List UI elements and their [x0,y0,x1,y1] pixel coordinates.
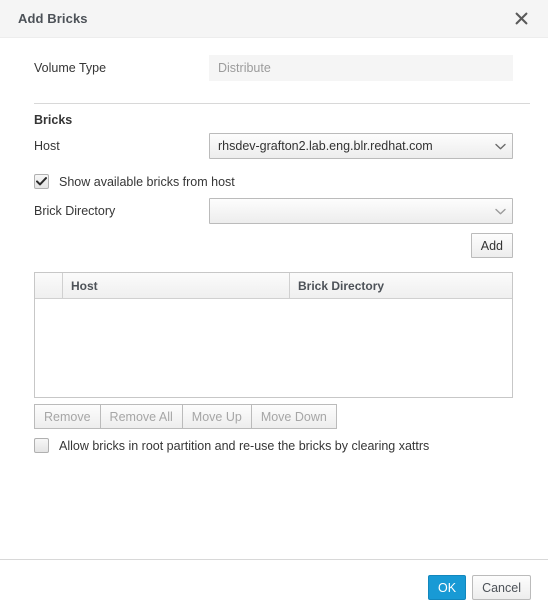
add-button-row: Add [0,233,548,258]
table-toolbar: Remove Remove All Move Up Move Down [0,404,548,429]
ok-button[interactable]: OK [428,575,467,600]
volume-type-label: Volume Type [34,61,107,75]
brick-directory-select[interactable] [209,198,513,224]
bricks-table: Host Brick Directory [34,272,513,398]
host-select[interactable]: rhsdev-grafton2.lab.eng.blr.redhat.com [209,133,513,159]
move-down-button[interactable]: Move Down [250,404,337,429]
table-header-host: Host [63,273,290,298]
chevron-down-icon [495,143,506,150]
section-divider [34,103,530,104]
host-label: Host [34,139,60,153]
dialog-title: Add Bricks [18,11,88,26]
dialog-footer: OK Cancel [0,559,548,615]
show-available-bricks-label: Show available bricks from host [59,174,235,189]
table-header-brick-directory: Brick Directory [298,278,385,293]
brick-directory-label: Brick Directory [34,204,116,218]
dialog-titlebar: Add Bricks [0,0,548,38]
remove-button[interactable]: Remove [34,404,101,429]
close-icon[interactable] [510,8,532,30]
bricks-table-body[interactable] [35,299,512,397]
bricks-section-heading: Bricks [34,113,73,127]
volume-type-row: Volume Type Distribute [0,55,548,81]
check-icon [36,177,47,186]
add-button[interactable]: Add [470,233,513,258]
move-up-button[interactable]: Move Up [181,404,252,429]
host-row: Host rhsdev-grafton2.lab.eng.blr.redhat.… [0,133,548,159]
volume-type-input: Distribute [209,55,513,81]
bricks-table-header: Host Brick Directory [35,273,512,299]
allow-root-partition-checkbox[interactable] [34,438,49,453]
table-header-select [35,273,63,298]
add-bricks-dialog: Add Bricks Volume Type Distribute Bricks… [0,0,548,615]
allow-root-partition-row[interactable]: Allow bricks in root partition and re-us… [0,438,548,453]
host-select-value: rhsdev-grafton2.lab.eng.blr.redhat.com [218,139,433,153]
chevron-down-icon [495,208,506,215]
allow-root-partition-label: Allow bricks in root partition and re-us… [59,438,430,453]
show-available-bricks-row[interactable]: Show available bricks from host [0,174,548,189]
remove-all-button[interactable]: Remove All [99,404,183,429]
brick-directory-row: Brick Directory [0,198,548,224]
cancel-button[interactable]: Cancel [472,575,531,600]
dialog-body: Volume Type Distribute Bricks Host rhsde… [0,38,548,559]
show-available-bricks-checkbox[interactable] [34,174,49,189]
